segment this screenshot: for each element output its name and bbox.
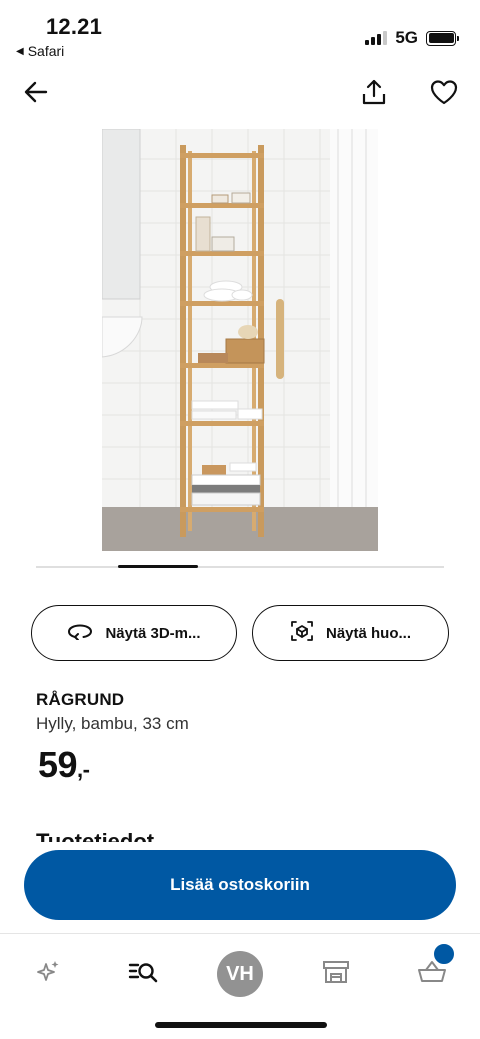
tab-stores[interactable] (308, 946, 364, 1002)
view-in-room-button[interactable]: Näytä huo... (252, 605, 449, 661)
product-name: RÅGRUND (36, 690, 125, 709)
price-suffix: ,- (77, 757, 90, 782)
tab-profile[interactable]: VH (212, 946, 268, 1002)
product-price: 59,- (38, 744, 90, 786)
back-to-app-link[interactable]: ◀ Safari (16, 43, 64, 59)
carousel-track (36, 566, 444, 568)
carousel-position-indicator[interactable] (118, 565, 198, 568)
back-triangle-icon: ◀ (16, 45, 24, 57)
heart-icon[interactable] (428, 76, 460, 108)
arrow-left-icon[interactable] (20, 76, 52, 108)
network-type: 5G (395, 28, 418, 47)
tab-cart[interactable] (404, 942, 460, 1002)
tab-search[interactable] (115, 946, 171, 1002)
cart-notification-dot (432, 942, 456, 966)
price-main: 59 (38, 744, 78, 785)
store-icon (321, 959, 351, 990)
view-3d-label: Näytä 3D-m... (105, 624, 201, 642)
top-navigation (0, 70, 480, 114)
status-time: 12.21 (46, 14, 103, 39)
add-to-cart-button[interactable]: Lisää ostoskoriin (24, 850, 456, 920)
ar-cube-icon (290, 619, 314, 647)
cellular-signal-icon (365, 31, 388, 45)
rotate-3d-icon (67, 622, 93, 644)
product-description: Hylly, bambu, 33 cm (36, 714, 189, 733)
search-list-icon (128, 959, 158, 990)
status-bar: 12.21 ◀ Safari 5G (0, 0, 480, 64)
product-details-heading[interactable]: Tuotetiedot (36, 828, 154, 842)
view-3d-button[interactable]: Näytä 3D-m... (31, 605, 237, 661)
avatar: VH (217, 951, 263, 997)
product-image[interactable] (102, 129, 378, 551)
home-indicator[interactable] (155, 1022, 327, 1028)
tab-discover[interactable] (20, 946, 76, 1002)
battery-icon (426, 30, 459, 46)
status-indicators: 5G (365, 28, 459, 48)
sparkle-icon (34, 958, 62, 991)
view-in-room-label: Näytä huo... (325, 624, 411, 642)
share-icon[interactable] (358, 76, 390, 108)
back-app-label: Safari (27, 43, 65, 59)
